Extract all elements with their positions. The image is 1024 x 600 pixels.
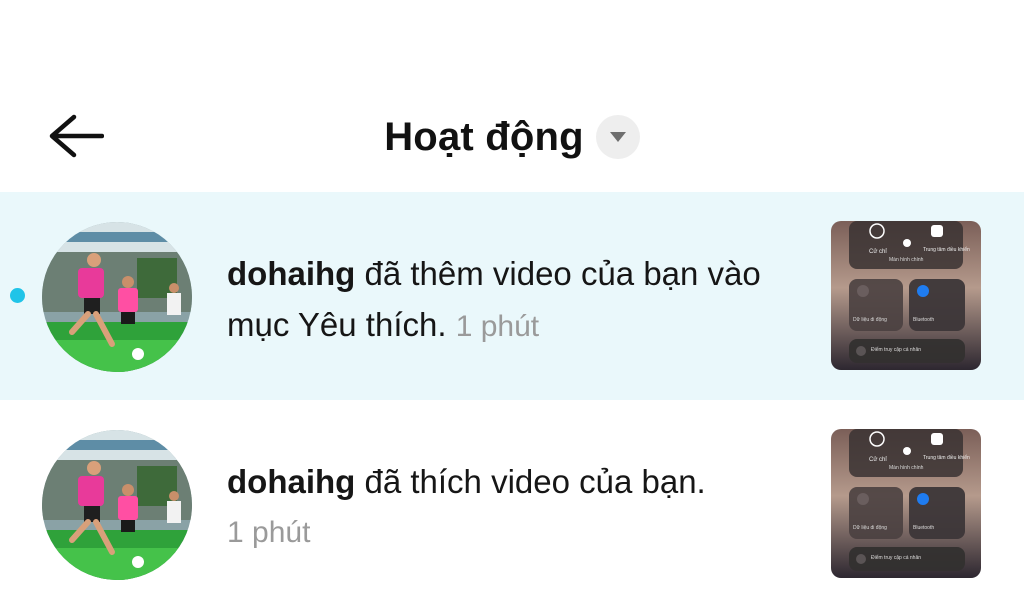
- thumb-label: Điểm truy cập cá nhân: [871, 346, 921, 353]
- avatar[interactable]: [42, 430, 192, 580]
- notification-text: dohaihg đã thích video của bạn. 1 phút: [227, 456, 807, 558]
- activity-screen: Hoạt động dohaihg đã thêm video của bạn …: [0, 0, 1024, 600]
- caret-down-icon: [609, 132, 626, 142]
- video-thumbnail[interactable]: Cử chỉ Trung tâm điều khiển Màn hình chí…: [831, 429, 981, 578]
- thumb-label: Màn hình chính: [889, 465, 924, 471]
- notification-row[interactable]: dohaihg đã thêm video của bạn vào mục Yê…: [0, 192, 1024, 400]
- avatar-photo: [42, 222, 192, 372]
- notification-message: đã thích video của bạn.: [355, 463, 706, 500]
- username-link[interactable]: dohaihg: [227, 255, 355, 292]
- thumb-label: Trung tâm điều khiển: [923, 246, 970, 253]
- thumbnail-image: Cử chỉ Trung tâm điều khiển Màn hình chí…: [831, 429, 981, 578]
- thumb-label: Bluetooth: [913, 525, 934, 531]
- unread-indicator-dot: [10, 288, 25, 303]
- thumb-label: Điểm truy cập cá nhân: [871, 554, 921, 561]
- title-group: Hoạt động: [0, 110, 1024, 164]
- timestamp: 1 phút: [455, 310, 540, 343]
- notification-row[interactable]: dohaihg đã thích video của bạn. 1 phút C…: [0, 400, 1024, 600]
- header-bar: Hoạt động: [0, 92, 1024, 182]
- thumb-label: Bluetooth: [913, 317, 934, 323]
- timestamp: 1 phút: [227, 516, 311, 549]
- activity-filter-dropdown-button[interactable]: [595, 115, 640, 159]
- username-link[interactable]: dohaihg: [227, 463, 355, 500]
- thumbnail-image: Cử chỉ Trung tâm điều khiển Màn hình chí…: [831, 221, 981, 370]
- thumb-label: Cử chỉ: [869, 248, 887, 255]
- avatar-photo: [42, 430, 192, 580]
- thumb-label: Dữ liệu di động: [853, 317, 887, 323]
- thumb-label: Dữ liệu di động: [853, 525, 887, 531]
- avatar[interactable]: [42, 222, 192, 372]
- thumb-label: Màn hình chính: [889, 257, 924, 263]
- thumb-label: Cử chỉ: [869, 456, 887, 463]
- notification-text: dohaihg đã thêm video của bạn vào mục Yê…: [227, 248, 807, 352]
- page-title: Hoạt động: [384, 114, 584, 159]
- thumb-label: Trung tâm điều khiển: [923, 454, 970, 461]
- video-thumbnail[interactable]: Cử chỉ Trung tâm điều khiển Màn hình chí…: [831, 221, 981, 370]
